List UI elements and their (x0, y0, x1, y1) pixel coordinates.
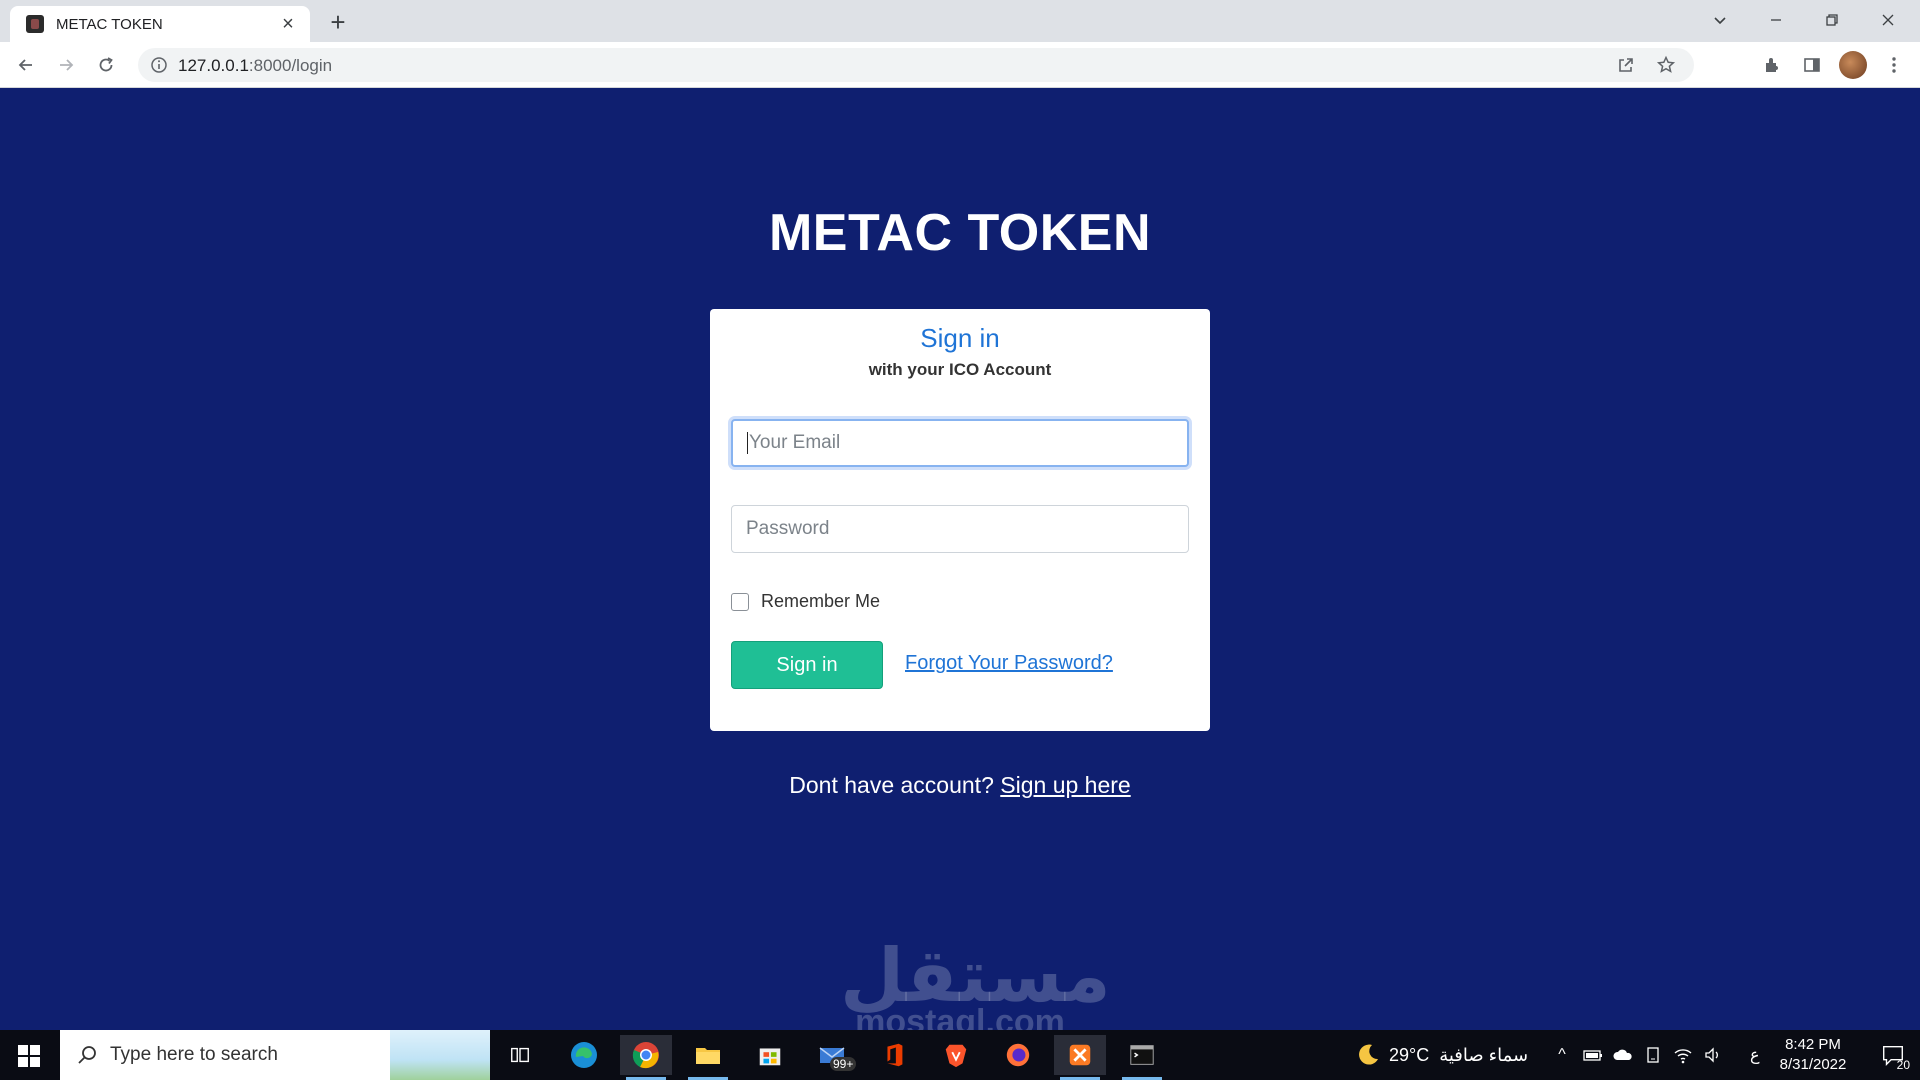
mostaql-watermark: مستقل mostaql.com (840, 939, 1111, 1040)
login-page: METAC TOKEN Sign in with your ICO Accoun… (0, 89, 1920, 1039)
signin-card: Sign in with your ICO Account Your Email… (710, 309, 1210, 731)
tab-title: METAC TOKEN (56, 15, 163, 33)
email-placeholder: Your Email (749, 432, 841, 453)
moon-icon (1359, 1044, 1378, 1065)
search-placeholder: Type here to search (110, 1044, 278, 1065)
input-language[interactable]: ع (1750, 1045, 1760, 1065)
notification-count: 20 (1896, 1058, 1910, 1072)
office-icon[interactable] (868, 1035, 920, 1075)
ms-store-icon[interactable] (744, 1035, 796, 1075)
side-panel-icon[interactable] (1798, 51, 1826, 79)
minimize-button[interactable] (1748, 0, 1804, 40)
terminal-icon[interactable] (1116, 1035, 1168, 1080)
wifi-icon[interactable] (1672, 1044, 1694, 1066)
mail-icon[interactable]: 99+ (806, 1035, 858, 1075)
browser-tab[interactable]: METAC TOKEN × (10, 6, 310, 42)
url-text: 127.0.0.1:8000/login (178, 56, 332, 76)
card-subheading: with your ICO Account (868, 360, 1052, 379)
tab-strip: METAC TOKEN × + (0, 0, 1920, 42)
card-heading: Sign in (920, 323, 1000, 353)
menu-kebab-icon[interactable] (1880, 51, 1908, 79)
address-bar[interactable]: 127.0.0.1:8000/login (138, 48, 1694, 82)
forgot-password-link[interactable]: Forgot Your Password? (905, 652, 1113, 675)
remember-checkbox[interactable] (731, 592, 749, 611)
onedrive-cloud-icon[interactable] (1612, 1044, 1634, 1066)
signup-row: Dont have account? Sign up here (0, 772, 1920, 799)
taskbar: Type here to search 99+ 29°C سماء صافية … (0, 1030, 1920, 1080)
device-icon[interactable] (1642, 1044, 1664, 1066)
weather-widget[interactable]: 29°C سماء صافية (1355, 1030, 1528, 1080)
signup-link[interactable]: Sign up here (1000, 772, 1130, 798)
remember-me[interactable]: Remember Me (731, 591, 880, 612)
reload-icon[interactable] (92, 51, 120, 79)
search-icon (78, 1046, 96, 1064)
email-input[interactable]: Your Email (731, 419, 1189, 467)
clock-date: 8/31/2022 (1779, 1056, 1847, 1073)
xampp-icon[interactable] (1054, 1035, 1106, 1080)
url-path: :8000/login (248, 56, 333, 75)
brave-icon[interactable] (930, 1035, 982, 1075)
url-host: 127.0.0.1 (178, 56, 249, 75)
password-placeholder: Password (746, 518, 830, 539)
edge-icon[interactable] (558, 1035, 610, 1075)
tab-search-icon[interactable] (1692, 0, 1748, 40)
windows-start-icon[interactable] (18, 1045, 40, 1067)
volume-icon[interactable] (1702, 1044, 1724, 1066)
share-icon[interactable] (1616, 55, 1636, 75)
notification-center-icon[interactable]: 20 (1880, 1042, 1910, 1072)
firefox-icon[interactable] (992, 1035, 1044, 1075)
remember-label: Remember Me (761, 591, 881, 611)
task-view-icon[interactable] (494, 1035, 546, 1075)
mail-badge: 99+ (830, 1057, 857, 1071)
system-tray: ^ ع (1548, 1030, 1760, 1080)
signup-prompt: Dont have account? (789, 772, 994, 798)
text-caret (747, 432, 748, 454)
brand-title: METAC TOKEN (768, 204, 1152, 262)
clock-time: 8:42 PM (1785, 1036, 1841, 1053)
close-window-button[interactable] (1860, 0, 1916, 40)
tab-close-icon[interactable]: × (278, 14, 298, 34)
forward-icon[interactable] (52, 51, 80, 79)
taskbar-clock[interactable]: 8:42 PM 8/31/2022 (1768, 1035, 1858, 1075)
new-tab-button[interactable]: + (324, 8, 352, 36)
site-favicon-icon (26, 15, 44, 33)
browser-toolbar: 127.0.0.1:8000/login (0, 42, 1920, 88)
back-icon[interactable] (12, 51, 40, 79)
chrome-icon[interactable] (620, 1035, 672, 1080)
file-explorer-icon[interactable] (682, 1035, 734, 1080)
bookmark-star-icon[interactable] (1656, 55, 1676, 75)
temperature: 29°C (1389, 1044, 1430, 1065)
restore-button[interactable] (1804, 0, 1860, 40)
signin-button[interactable]: Sign in (731, 641, 883, 689)
battery-icon[interactable] (1582, 1044, 1604, 1066)
profile-avatar[interactable] (1839, 51, 1867, 79)
password-input[interactable]: Password (731, 505, 1189, 553)
taskbar-search[interactable]: Type here to search (60, 1030, 490, 1080)
chevron-up-icon[interactable]: ^ (1548, 1046, 1576, 1064)
site-info-icon[interactable] (150, 56, 168, 74)
search-highlight-image (390, 1030, 490, 1080)
extensions-icon[interactable] (1758, 51, 1786, 79)
weather-text: سماء صافية (1439, 1044, 1529, 1065)
